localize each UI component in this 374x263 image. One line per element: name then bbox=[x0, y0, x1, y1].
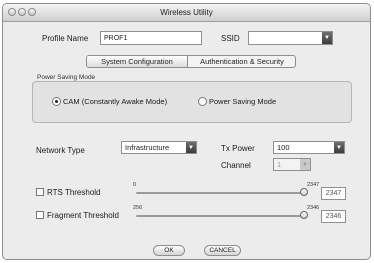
cam-radio[interactable] bbox=[52, 97, 61, 106]
power-saving-radio-label: Power Saving Mode bbox=[209, 97, 277, 106]
power-saving-radio[interactable] bbox=[198, 97, 207, 106]
chevron-down-icon: ▼ bbox=[186, 142, 196, 153]
rts-slider-track[interactable] bbox=[136, 192, 304, 194]
cancel-button[interactable]: CANCEL bbox=[204, 245, 241, 256]
fragment-min-label: 256 bbox=[133, 205, 143, 211]
fragment-threshold-checkbox[interactable] bbox=[36, 211, 44, 219]
profile-name-label: Profile Name bbox=[42, 34, 89, 43]
channel-value: 1 bbox=[277, 160, 282, 169]
chevron-down-icon: ▼ bbox=[322, 32, 332, 44]
tx-power-value: 100 bbox=[277, 143, 290, 152]
ok-button[interactable]: OK bbox=[153, 245, 185, 256]
title-bar[interactable]: Wireless Utility bbox=[3, 4, 370, 22]
tab-bar: System Configuration Authentication & Se… bbox=[86, 55, 296, 68]
rts-threshold-checkbox[interactable] bbox=[36, 188, 44, 196]
fragment-threshold-label: Fragment Threshold bbox=[47, 211, 119, 220]
power-saving-group-label: Power Saving Mode bbox=[37, 74, 96, 81]
tx-power-label: Tx Power bbox=[221, 144, 255, 153]
fragment-threshold-value[interactable]: 2346 bbox=[321, 210, 346, 223]
profile-name-input[interactable]: PROF1 bbox=[100, 31, 202, 45]
channel-dropdown[interactable]: 1 ▼ bbox=[273, 158, 311, 171]
tx-power-dropdown[interactable]: 100 ▼ bbox=[273, 141, 345, 154]
fragment-slider-track[interactable] bbox=[136, 215, 304, 217]
tab-authentication-security[interactable]: Authentication & Security bbox=[188, 56, 295, 67]
fragment-max-label: 2346 bbox=[307, 205, 320, 211]
tab-system-configuration[interactable]: System Configuration bbox=[87, 56, 188, 67]
network-type-label: Network Type bbox=[36, 146, 85, 155]
rts-max-label: 2347 bbox=[307, 182, 320, 188]
cam-radio-label: CAM (Constantly Awake Mode) bbox=[63, 97, 168, 106]
network-type-value: Infrastructure bbox=[125, 143, 170, 152]
wireless-utility-window: Wireless Utility Profile Name PROF1 SSID… bbox=[2, 3, 371, 260]
channel-label: Channel bbox=[221, 161, 251, 170]
chevron-down-icon: ▼ bbox=[334, 142, 344, 153]
ssid-dropdown[interactable]: ▼ bbox=[248, 31, 333, 45]
window-title: Wireless Utility bbox=[160, 8, 213, 17]
rts-min-label: 0 bbox=[133, 182, 137, 188]
fragment-slider-knob[interactable] bbox=[300, 211, 308, 219]
chevron-down-icon: ▼ bbox=[300, 159, 310, 170]
rts-threshold-value[interactable]: 2347 bbox=[321, 187, 346, 200]
ssid-label: SSID bbox=[221, 34, 240, 43]
network-type-dropdown[interactable]: Infrastructure ▼ bbox=[121, 141, 197, 154]
rts-threshold-label: RTS Threshold bbox=[47, 188, 101, 197]
rts-slider-knob[interactable] bbox=[300, 188, 308, 196]
